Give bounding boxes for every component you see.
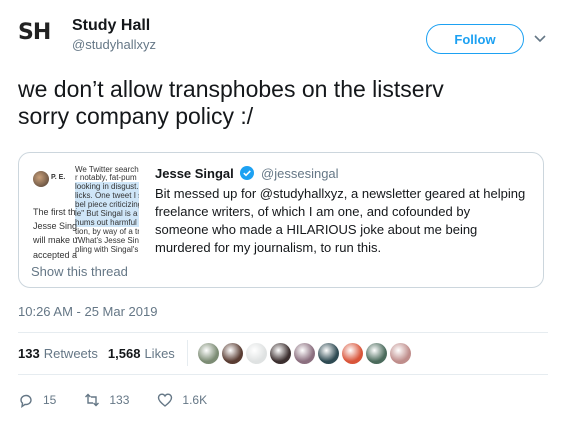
like-count: 1.6K	[182, 393, 208, 407]
reply-count: 15	[43, 393, 57, 407]
liker-avatar[interactable]	[365, 342, 387, 364]
author-info: Study Hall @studyhallxyz	[72, 16, 156, 54]
tweet-stats: 133 Retweets 1,568 Likes	[18, 338, 414, 368]
liker-avatar[interactable]	[317, 342, 339, 364]
divider	[18, 374, 548, 375]
thumbnail-text: bel piece criticizing	[75, 200, 139, 209]
retweet-icon	[85, 393, 100, 407]
thumbnail-text: hums out harmful w	[75, 218, 139, 227]
thumbnail-text: le" But Singal is a p	[75, 209, 139, 218]
quoted-tweet-text: Bit messed up for @studyhallxyz, a newsl…	[155, 186, 526, 255]
quoted-author-handle[interactable]: @jessesingal	[261, 166, 339, 181]
author-display-name[interactable]: Study Hall	[72, 16, 156, 36]
quoted-tweet[interactable]: P. E. We Twitter search p r notably, fat…	[18, 152, 544, 288]
thumbnail-text: "What's Jesse Sin	[75, 236, 139, 245]
quoted-author[interactable]: Jesse Singal @jessesingal	[155, 165, 339, 183]
tweet-timestamp[interactable]: 10:26 AM - 25 Mar 2019	[18, 304, 157, 319]
liker-avatar[interactable]	[293, 342, 315, 364]
like-button[interactable]: 1.6K	[157, 392, 207, 408]
reply-icon	[20, 394, 32, 408]
heart-icon	[158, 393, 173, 407]
chevron-down-icon[interactable]	[534, 32, 546, 44]
retweet-count: 133	[109, 393, 130, 407]
liker-avatar[interactable]	[269, 342, 291, 364]
tweet-text: we don’t allow transphobes on the listse…	[18, 76, 548, 130]
reply-button[interactable]: 15	[18, 392, 56, 408]
tweet-header: SH Study Hall @studyhallxyz Follow	[18, 14, 548, 58]
stats-separator	[186, 340, 188, 366]
thumbnail-text: accepted a	[33, 250, 78, 260]
avatar[interactable]: SH	[18, 20, 62, 52]
thumbnail-text: tion, by way of a tre	[75, 227, 139, 236]
quoted-tweet-thumbnail[interactable]: P. E. We Twitter search p r notably, fat…	[31, 163, 139, 265]
tweet-text-line: sorry company policy :/	[18, 103, 254, 129]
follow-button[interactable]: Follow	[426, 24, 524, 54]
author-handle[interactable]: @studyhallxyz	[72, 36, 156, 54]
liker-avatars	[197, 342, 414, 364]
thumbnail-text: licks. One tweet I s	[75, 191, 139, 200]
liker-avatar[interactable]	[245, 342, 267, 364]
likes-label[interactable]: Likes	[144, 346, 174, 361]
liker-avatar[interactable]	[341, 342, 363, 364]
thumbnail-text: will make u	[33, 235, 78, 245]
thumbnail-text: P. E.	[51, 174, 66, 181]
retweets-label[interactable]: Retweets	[44, 346, 98, 361]
show-thread-link[interactable]: Show this thread	[31, 264, 128, 279]
retweets-count[interactable]: 133	[18, 346, 40, 361]
tweet-actions: 15 133 1.6K	[18, 390, 235, 410]
thumbnail-text: pling with Singal's	[75, 245, 139, 254]
thumbnail-text: r notably, fat-pum	[75, 173, 137, 182]
liker-avatar[interactable]	[221, 342, 243, 364]
retweet-button[interactable]: 133	[84, 392, 129, 408]
thumbnail-text: The first thi	[33, 207, 78, 217]
thumbnail-avatar	[33, 171, 49, 187]
quoted-author-name[interactable]: Jesse Singal	[155, 166, 234, 181]
likes-count[interactable]: 1,568	[108, 346, 141, 361]
liker-avatar[interactable]	[389, 342, 411, 364]
verified-badge-icon	[240, 166, 255, 180]
tweet-text-line: we don’t allow transphobes on the listse…	[18, 76, 444, 102]
divider	[18, 332, 548, 333]
thumbnail-text: Jesse Sing	[33, 221, 78, 231]
thumbnail-text: looking in disgust. In	[75, 182, 139, 191]
liker-avatar[interactable]	[197, 342, 219, 364]
